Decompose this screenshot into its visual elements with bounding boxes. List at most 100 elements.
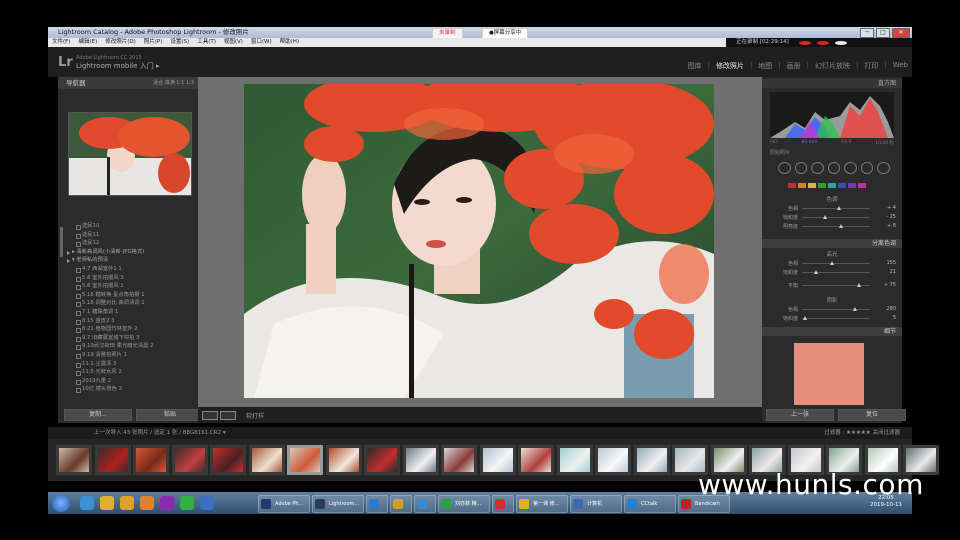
taskbar-app-button[interactable]: Adobe Ph... [258, 495, 310, 513]
swatch-purple[interactable] [848, 183, 856, 188]
taskbar-app-button[interactable]: 第一课 修... [516, 495, 568, 513]
slider-value[interactable]: 21 [890, 269, 896, 275]
grid-tool-icon[interactable] [778, 162, 791, 174]
details-header[interactable]: 细节 [762, 327, 902, 336]
taskbar-app-button[interactable]: 刘亦菲 精... [438, 495, 490, 513]
preset-item[interactable]: 8.21 植物园竹林室外 2 [64, 325, 194, 334]
swatch-green[interactable] [818, 183, 826, 188]
slider-track[interactable] [802, 263, 870, 264]
spot-removal-icon[interactable] [811, 162, 824, 174]
slider-handle[interactable] [823, 215, 828, 219]
red-eye-icon[interactable] [827, 162, 841, 174]
lightroom-mobile-link[interactable]: Lightroom mobile 入门 ▸ [76, 61, 160, 71]
slider-value[interactable]: + 4 [887, 205, 896, 211]
filmstrip-thumbnail[interactable] [133, 445, 169, 475]
detail-preview[interactable] [794, 343, 864, 405]
slider-value[interactable]: + 75 [884, 282, 896, 288]
slider-track[interactable] [802, 318, 870, 319]
filmstrip-thumbnail[interactable] [94, 445, 131, 475]
original-photo-checkbox[interactable]: 原始照片 [770, 149, 790, 156]
taskbar-pinned-icon[interactable] [80, 496, 94, 510]
filmstrip-thumbnail[interactable] [556, 445, 593, 475]
graduated-filter-icon[interactable] [844, 162, 857, 174]
menu-develop[interactable]: 修改照片(D) [101, 38, 140, 47]
preset-folder[interactable]: ▾ 老师私的预设 [64, 256, 194, 265]
preset-item[interactable]: 5.18 调整对比 高调清调 1 [64, 299, 194, 308]
preset-item[interactable]: 8.15 蓝皮2 3 [64, 317, 194, 326]
slider-handle[interactable] [838, 224, 843, 228]
swatch-orange[interactable] [798, 183, 806, 188]
preset-folder[interactable]: ▸ 清新高调风(小清新-JPG格式) [64, 248, 194, 257]
copy-button[interactable]: 复制... [64, 409, 132, 421]
filmstrip-thumbnail[interactable] [402, 445, 439, 475]
taskbar-pinned-icon[interactable] [180, 496, 194, 510]
module-slideshow[interactable]: 幻灯片放映 [815, 61, 850, 71]
slider-handle[interactable] [830, 261, 835, 265]
preset-item[interactable]: 4.7 西湖室外1 1 [64, 265, 194, 274]
taskbar-app-button[interactable] [390, 495, 412, 513]
module-library[interactable]: 图库 [688, 61, 702, 71]
reset-button[interactable]: 复位 [838, 409, 906, 421]
taskbar-app-button[interactable] [492, 495, 514, 513]
close-button[interactable]: ✕ [892, 28, 910, 38]
filmstrip-thumbnail[interactable] [479, 445, 516, 475]
slider-track[interactable] [802, 272, 870, 273]
menu-tools[interactable]: 工具(T) [193, 38, 220, 47]
module-develop[interactable]: 修改照片 [716, 61, 744, 71]
preset-item[interactable]: 5.8 室外拍摄风 1 [64, 282, 194, 291]
taskbar-app-button[interactable]: Lightroom... [312, 495, 364, 513]
module-web[interactable]: Web [893, 61, 908, 71]
taskbar-pinned-icon[interactable] [200, 496, 214, 510]
menu-window[interactable]: 窗口(W) [247, 38, 276, 47]
loupe-view-icon[interactable] [202, 411, 218, 420]
menu-help[interactable]: 帮助(H) [276, 38, 303, 47]
taskbar-app-button[interactable] [366, 495, 388, 513]
taskbar-pinned-icon[interactable] [140, 496, 154, 510]
module-book[interactable]: 画册 [787, 61, 801, 71]
module-map[interactable]: 地图 [758, 61, 772, 71]
slider-value[interactable]: 5 [893, 315, 896, 321]
filmstrip-thumbnail[interactable] [364, 445, 400, 475]
preset-item[interactable]: 选民11 [64, 231, 194, 240]
taskbar-pinned-icon[interactable] [100, 496, 114, 510]
preset-item[interactable]: 选民10 [64, 222, 194, 231]
slider-value[interactable]: 280 [886, 306, 896, 312]
brush-tool-icon[interactable] [877, 162, 891, 174]
swatch-blue[interactable] [838, 183, 846, 188]
swatch-aqua[interactable] [828, 183, 836, 188]
previous-button[interactable]: 上一张 [766, 409, 834, 421]
radial-filter-icon[interactable] [860, 162, 874, 174]
preset-item[interactable]: 11.1 尘露清 3 [64, 360, 194, 369]
navigator-preview[interactable] [68, 112, 192, 196]
record-dot-icon[interactable] [798, 40, 811, 45]
slider-handle[interactable] [857, 283, 862, 287]
stop-icon[interactable] [834, 40, 847, 45]
preset-item[interactable]: 11.5 光鲜女风 2 [64, 368, 194, 377]
filmstrip-thumbnail[interactable] [210, 445, 246, 475]
swatch-yellow[interactable] [808, 183, 816, 188]
slider-value[interactable]: + 8 [887, 223, 896, 229]
slider-track[interactable] [802, 226, 870, 227]
filmstrip-thumbnail[interactable] [325, 445, 362, 475]
swatch-red[interactable] [788, 183, 796, 188]
filter-control[interactable]: 过滤器 : ★★★★★ 关闭过滤器 [824, 427, 900, 439]
slider-value[interactable]: 155 [886, 260, 896, 266]
filmstrip-thumbnail[interactable] [595, 445, 631, 475]
filmstrip-thumbnail[interactable] [633, 445, 670, 475]
record-dot-icon[interactable] [816, 40, 829, 45]
crop-tool-icon[interactable] [794, 162, 808, 174]
soft-proofing-toggle[interactable]: 软打样 [246, 411, 264, 420]
preset-item[interactable]: 9.7 旧藏厦室城下帘拍 3 [64, 334, 194, 343]
histogram-header[interactable]: 直方图 [762, 79, 902, 88]
module-print[interactable]: 打印 [864, 61, 878, 71]
preset-item[interactable]: 10亿 镜头景色 3 [64, 385, 194, 394]
taskbar-app-button[interactable]: CCtalk [624, 495, 676, 513]
preset-item[interactable]: 2019九重 2 [64, 377, 194, 386]
slider-track[interactable] [802, 309, 870, 310]
slider-handle[interactable] [814, 270, 819, 274]
swatch-magenta[interactable] [858, 183, 866, 188]
menu-edit[interactable]: 编辑(E) [74, 38, 101, 47]
menu-settings[interactable]: 设置(S) [166, 38, 193, 47]
slider-value[interactable]: - 25 [886, 214, 896, 220]
split-toning-header[interactable]: 分离色调 [762, 239, 902, 248]
